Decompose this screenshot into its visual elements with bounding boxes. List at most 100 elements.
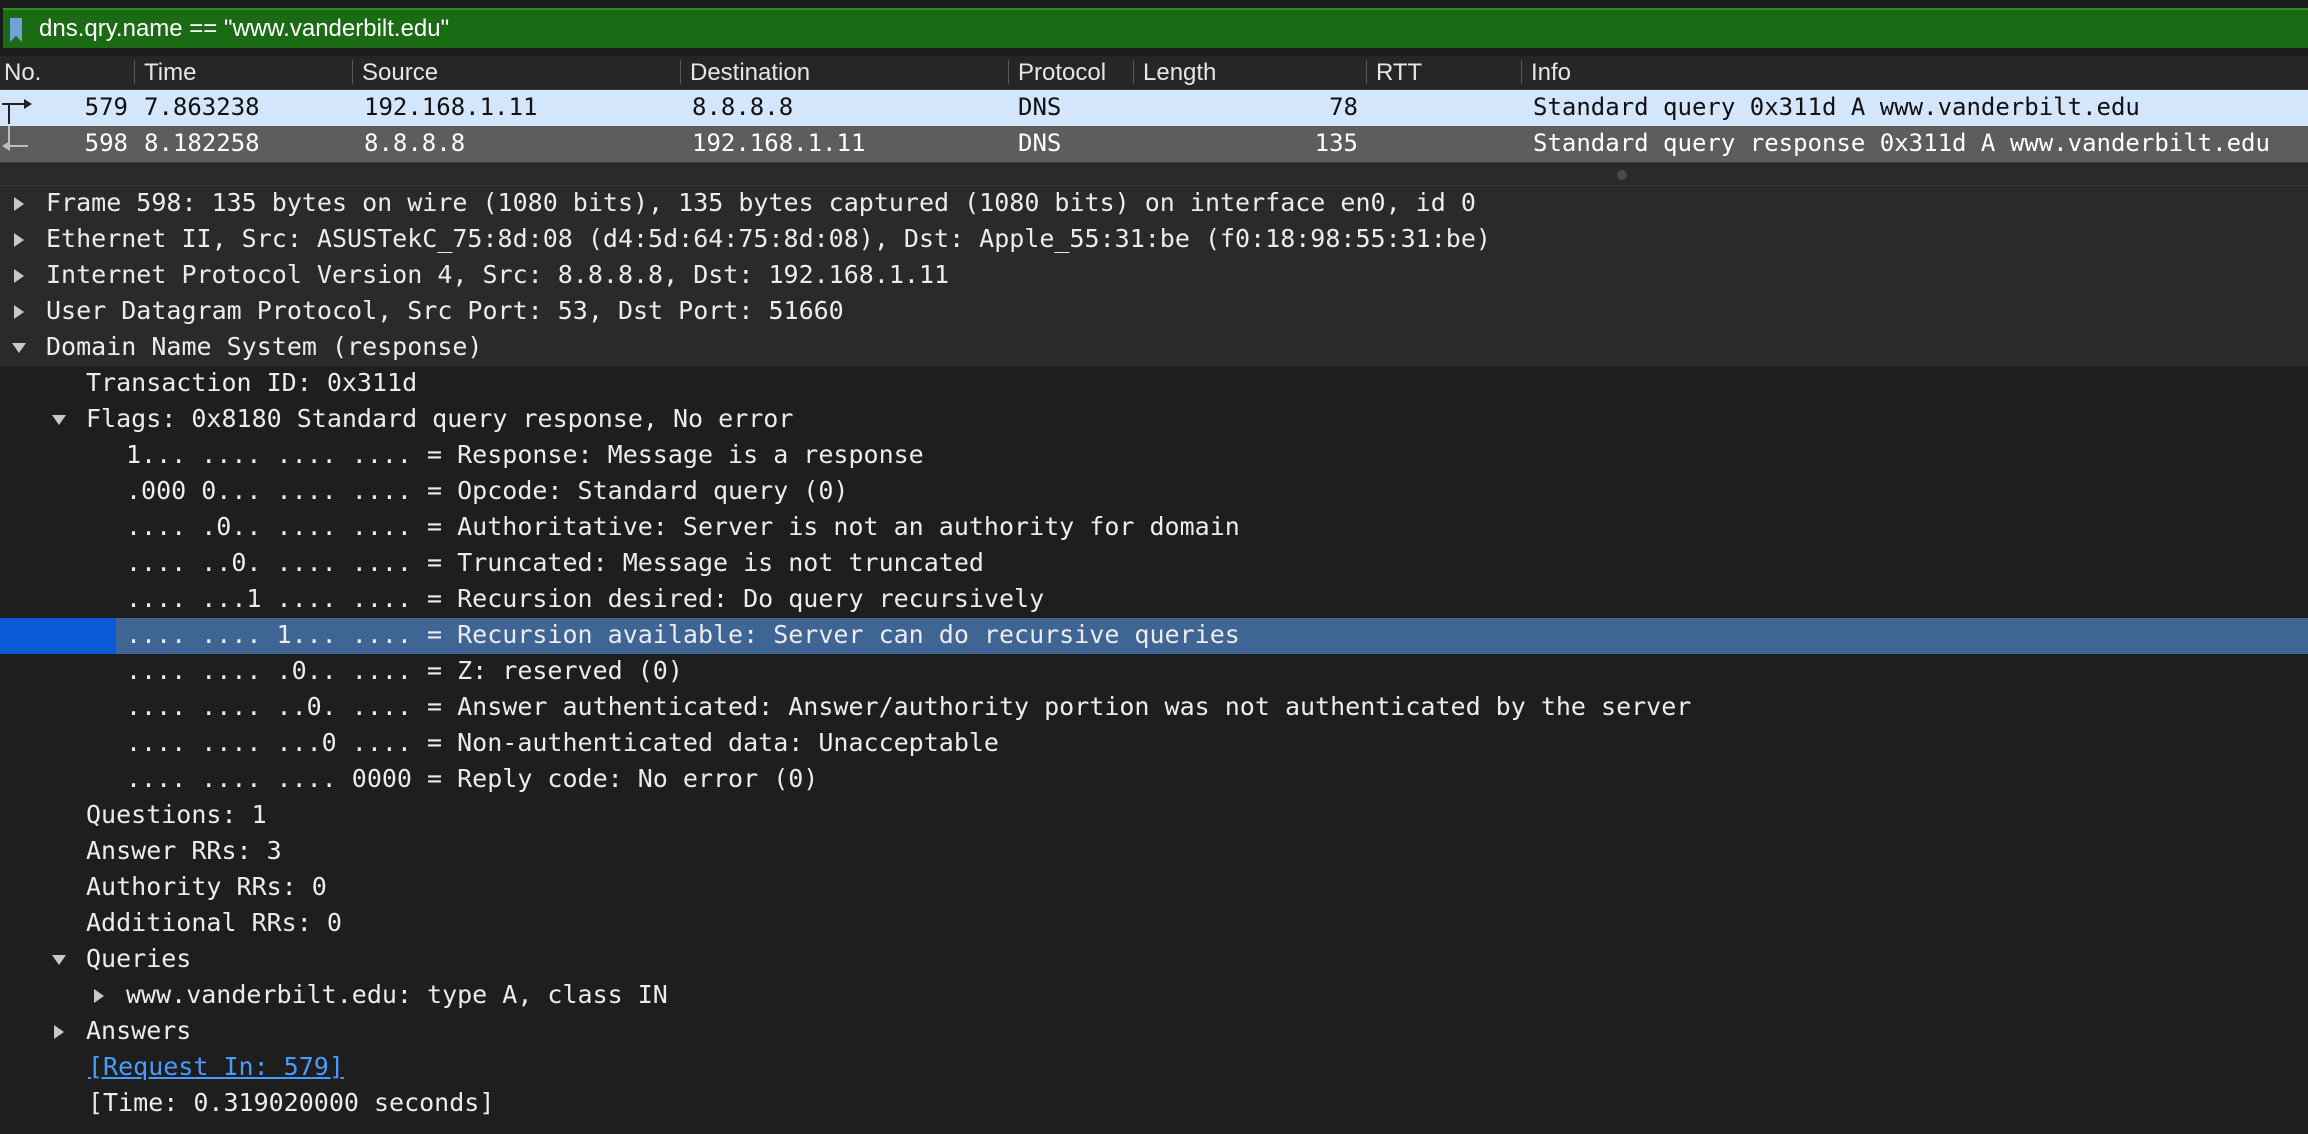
column-divider[interactable] [1008, 60, 1009, 84]
tree-item-flag-opcode[interactable]: .000 0... .... .... = Opcode: Standard q… [0, 474, 2308, 510]
column-header-no[interactable]: No. [4, 59, 41, 87]
tree-item-flag-answer-authenticated[interactable]: .... .... ..0. .... = Answer authenticat… [0, 690, 2308, 726]
packet-info: Standard query 0x311d A www.vanderbilt.e… [1533, 93, 2140, 121]
collapse-triangle-icon[interactable] [2, 330, 36, 366]
packet-length: 135 [1314, 129, 1358, 157]
tree-item-label: 1... .... .... .... = Response: Message … [126, 440, 924, 469]
tree-item-ethernet[interactable]: Ethernet II, Src: ASUSTekC_75:8d:08 (d4:… [0, 222, 2308, 258]
packet-no: 598 [84, 129, 128, 157]
packet-destination: 8.8.8.8 [692, 93, 794, 121]
tree-item-answer-rrs[interactable]: Answer RRs: 3 [0, 834, 2308, 870]
tree-item-answers[interactable]: Answers [0, 1014, 2308, 1050]
collapse-triangle-icon[interactable] [42, 402, 76, 438]
tree-item-label: Questions: 1 [86, 800, 267, 829]
tree-item-label: .... .0.. .... .... = Authoritative: Ser… [126, 512, 1240, 541]
packet-length: 78 [1329, 93, 1358, 121]
expand-triangle-icon[interactable] [42, 1014, 76, 1050]
tree-item-label: Frame 598: 135 bytes on wire (1080 bits)… [46, 188, 1476, 217]
packet-time: 8.182258 [144, 129, 260, 157]
tree-item-dns[interactable]: Domain Name System (response) [0, 330, 2308, 366]
column-divider[interactable] [1133, 60, 1134, 84]
tree-item-label: Answer RRs: 3 [86, 836, 282, 865]
packet-source: 8.8.8.8 [364, 129, 466, 157]
display-filter-toolbar: dns.qry.name == "www.vanderbilt.edu" [0, 0, 2308, 56]
packet-list-header: No. Time Source Destination Protocol Len… [0, 56, 2308, 90]
pane-splitter[interactable] [0, 162, 2308, 186]
tree-item-label: .000 0... .... .... = Opcode: Standard q… [126, 476, 849, 505]
column-header-length[interactable]: Length [1143, 59, 1216, 87]
expand-triangle-icon[interactable] [2, 186, 36, 222]
column-divider[interactable] [1366, 60, 1367, 84]
packet-row-598[interactable]: 598 8.182258 8.8.8.8 192.168.1.11 DNS 13… [0, 126, 2308, 162]
expand-triangle-icon[interactable] [82, 978, 116, 1014]
column-divider[interactable] [352, 60, 353, 84]
packet-details-tree: Frame 598: 135 bytes on wire (1080 bits)… [0, 186, 2308, 1134]
display-filter-input[interactable]: dns.qry.name == "www.vanderbilt.edu" [3, 8, 2308, 48]
display-filter-text: dns.qry.name == "www.vanderbilt.edu" [39, 15, 450, 42]
column-header-rtt[interactable]: RTT [1376, 59, 1422, 87]
tree-item-label: Queries [86, 944, 192, 973]
packet-source: 192.168.1.11 [364, 93, 538, 121]
tree-item-flag-truncated[interactable]: .... ..0. .... .... = Truncated: Message… [0, 546, 2308, 582]
tree-item-questions[interactable]: Questions: 1 [0, 798, 2308, 834]
tree-item-label: .... ...1 .... .... = Recursion desired:… [126, 584, 1045, 613]
column-header-source[interactable]: Source [362, 59, 438, 87]
tree-item-authority-rrs[interactable]: Authority RRs: 0 [0, 870, 2308, 906]
tree-item-label: Internet Protocol Version 4, Src: 8.8.8.… [46, 260, 950, 289]
tree-item-flag-reply-code[interactable]: .... .... .... 0000 = Reply code: No err… [0, 762, 2308, 798]
tree-item-flag-recursion-available[interactable]: .... .... 1... .... = Recursion availabl… [0, 618, 2308, 654]
tree-item-ip[interactable]: Internet Protocol Version 4, Src: 8.8.8.… [0, 258, 2308, 294]
tree-item-request-in[interactable]: [Request In: 579] [0, 1050, 2308, 1086]
column-header-destination[interactable]: Destination [690, 59, 810, 87]
tree-item-flag-z[interactable]: .... .... .0.. .... = Z: reserved (0) [0, 654, 2308, 690]
packet-destination: 192.168.1.11 [692, 129, 866, 157]
tree-item-label: Ethernet II, Src: ASUSTekC_75:8d:08 (d4:… [46, 224, 1491, 253]
bookmark-icon[interactable] [8, 16, 24, 44]
packet-time: 7.863238 [144, 93, 260, 121]
tree-item-flag-authoritative[interactable]: .... .0.. .... .... = Authoritative: Ser… [0, 510, 2308, 546]
splitter-handle-icon[interactable] [1617, 170, 1627, 180]
tree-item-query-entry[interactable]: www.vanderbilt.edu: type A, class IN [0, 978, 2308, 1014]
tree-item-udp[interactable]: User Datagram Protocol, Src Port: 53, Ds… [0, 294, 2308, 330]
collapse-triangle-icon[interactable] [42, 942, 76, 978]
tree-item-flags[interactable]: Flags: 0x8180 Standard query response, N… [0, 402, 2308, 438]
tree-item-frame[interactable]: Frame 598: 135 bytes on wire (1080 bits)… [0, 186, 2308, 222]
tree-item-additional-rrs[interactable]: Additional RRs: 0 [0, 906, 2308, 942]
column-divider[interactable] [1521, 60, 1522, 84]
tree-item-flag-recursion-desired[interactable]: .... ...1 .... .... = Recursion desired:… [0, 582, 2308, 618]
tree-item-label: Additional RRs: 0 [86, 908, 342, 937]
packet-no: 579 [84, 93, 128, 121]
column-header-info[interactable]: Info [1531, 59, 1571, 87]
column-divider[interactable] [680, 60, 681, 84]
tree-item-label: Flags: 0x8180 Standard query response, N… [86, 404, 794, 433]
column-divider[interactable] [134, 60, 135, 84]
tree-item-label: .... ..0. .... .... = Truncated: Message… [126, 548, 984, 577]
tree-item-label: .... .... 1... .... = Recursion availabl… [126, 620, 1240, 649]
tree-item-label: .... .... ..0. .... = Answer authenticat… [126, 692, 1692, 721]
tree-item-queries[interactable]: Queries [0, 942, 2308, 978]
tree-item-label: .... .... ...0 .... = Non-authenticated … [126, 728, 999, 757]
tree-item-label: .... .... .... 0000 = Reply code: No err… [126, 764, 819, 793]
tree-item-label: Answers [86, 1016, 192, 1045]
request-in-link[interactable]: [Request In: 579] [88, 1052, 344, 1081]
tree-item-time[interactable]: [Time: 0.319020000 seconds] [0, 1086, 2308, 1122]
packet-protocol: DNS [1018, 93, 1062, 121]
tree-item-label: Transaction ID: 0x311d [86, 368, 418, 397]
tree-item-label: [Time: 0.319020000 seconds] [88, 1088, 495, 1117]
expand-triangle-icon[interactable] [2, 222, 36, 258]
tree-item-flag-non-authenticated[interactable]: .... .... ...0 .... = Non-authenticated … [0, 726, 2308, 762]
column-header-time[interactable]: Time [144, 59, 196, 87]
response-arrow-icon [2, 126, 28, 151]
request-arrow-icon [2, 99, 32, 124]
tree-item-label: User Datagram Protocol, Src Port: 53, Ds… [46, 296, 844, 325]
packet-info: Standard query response 0x311d A www.van… [1533, 129, 2270, 157]
column-header-protocol[interactable]: Protocol [1018, 59, 1106, 87]
expand-triangle-icon[interactable] [2, 258, 36, 294]
tree-item-transaction-id[interactable]: Transaction ID: 0x311d [0, 366, 2308, 402]
tree-item-label: Authority RRs: 0 [86, 872, 327, 901]
expand-triangle-icon[interactable] [2, 294, 36, 330]
packet-row-579[interactable]: 579 7.863238 192.168.1.11 8.8.8.8 DNS 78… [0, 90, 2308, 126]
tree-item-label: www.vanderbilt.edu: type A, class IN [126, 980, 668, 1009]
tree-item-label: Domain Name System (response) [46, 332, 483, 361]
tree-item-flag-response[interactable]: 1... .... .... .... = Response: Message … [0, 438, 2308, 474]
